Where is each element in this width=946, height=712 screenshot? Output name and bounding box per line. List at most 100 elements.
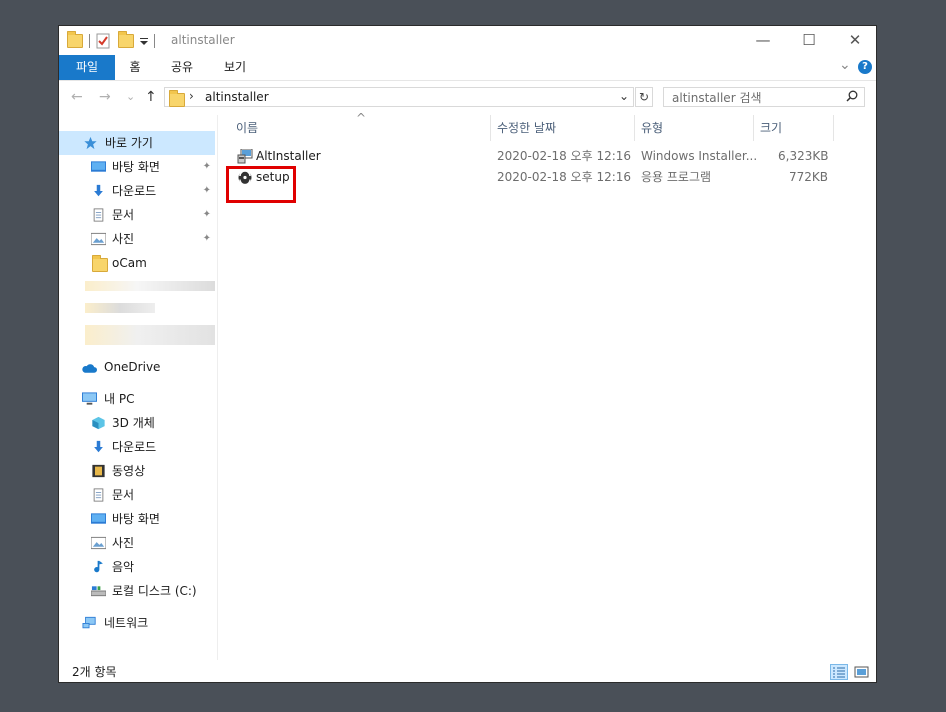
sidebar-item-onedrive[interactable]: OneDrive — [59, 355, 215, 379]
search-input[interactable] — [664, 88, 844, 108]
pin-icon[interactable]: ✦ — [203, 227, 211, 251]
pictures-icon — [91, 536, 106, 550]
pin-icon[interactable]: ✦ — [203, 155, 211, 179]
address-text[interactable]: altinstaller — [205, 90, 269, 104]
file-row-setup[interactable]: setup 2020-02-18 오후 12:16 응용 프로그램 772KB — [218, 167, 876, 188]
sidebar-item-music[interactable]: 음악 — [59, 555, 215, 579]
sidebar-item-documents[interactable]: 문서 ✦ — [59, 203, 215, 227]
highlight-box — [226, 166, 296, 203]
sidebar-item-desktop-pc[interactable]: 바탕 화면 — [59, 507, 215, 531]
search-box[interactable] — [663, 87, 865, 108]
tab-home[interactable]: 홈 — [115, 55, 155, 80]
column-header-size[interactable]: 크기 — [754, 115, 834, 141]
back-button[interactable]: ← — [71, 89, 83, 105]
download-icon — [94, 440, 103, 453]
navigation-bar: ← → ⌄ ↑ › altinstaller ⌄ ↻ — [59, 81, 876, 115]
column-header-type[interactable]: 유형 — [635, 115, 754, 141]
sidebar-item-pictures-pc[interactable]: 사진 — [59, 531, 215, 555]
details-view-icon — [833, 667, 845, 678]
column-header-name[interactable]: 이름 — [230, 115, 491, 141]
breadcrumb-chevron[interactable]: › — [189, 89, 194, 103]
sidebar-item-videos[interactable]: 동영상 — [59, 459, 215, 483]
sidebar-item-this-pc[interactable]: 내 PC — [59, 387, 215, 411]
star-icon — [84, 136, 97, 150]
file-row-altinstaller[interactable]: AltInstaller 2020-02-18 오후 12:16 Windows… — [218, 146, 876, 167]
msi-installer-icon — [237, 149, 253, 164]
folder-icon — [92, 255, 108, 272]
status-bar: 2개 항목 — [59, 660, 876, 682]
sidebar-item-downloads[interactable]: 다운로드 ✦ — [59, 179, 215, 203]
sidebar-item-label: 다운로드 — [112, 184, 157, 198]
refresh-button[interactable]: ↻ — [635, 87, 653, 107]
documents-icon — [93, 208, 104, 222]
cloud-icon — [82, 364, 97, 373]
sidebar-item-ocam[interactable]: oCam — [59, 251, 215, 275]
help-icon[interactable]: ? — [858, 60, 872, 74]
computer-icon — [82, 392, 97, 405]
sidebar-item-label: 바로 가기 — [105, 136, 153, 150]
forward-button[interactable]: → — [99, 89, 111, 105]
videos-icon — [92, 464, 105, 478]
details-view-button[interactable] — [830, 664, 848, 680]
redacted-item — [85, 303, 155, 313]
sidebar-item-pictures[interactable]: 사진 ✦ — [59, 227, 215, 251]
large-icons-view-button[interactable] — [853, 664, 871, 680]
pin-icon[interactable]: ✦ — [203, 179, 211, 203]
desktop-icon — [91, 513, 106, 524]
expand-ribbon-icon[interactable]: ⌄ — [839, 57, 851, 73]
customize-toolbar-icon[interactable] — [140, 36, 148, 46]
tab-view[interactable]: 보기 — [213, 55, 257, 80]
sidebar-item-label: 네트워크 — [104, 616, 149, 630]
download-icon — [94, 184, 103, 197]
close-button[interactable]: ✕ — [832, 26, 876, 55]
sidebar-item-label: 내 PC — [104, 392, 135, 406]
minimize-button[interactable]: — — [740, 26, 786, 55]
sidebar-item-desktop[interactable]: 바탕 화면 ✦ — [59, 155, 215, 179]
properties-icon[interactable] — [96, 33, 110, 49]
sidebar-item-label: 로컬 디스크 (C:) — [112, 584, 197, 598]
maximize-button[interactable]: ☐ — [786, 26, 832, 55]
up-button[interactable]: ↑ — [145, 89, 157, 105]
recent-locations-button[interactable]: ⌄ — [126, 90, 135, 103]
network-icon — [82, 616, 96, 629]
column-header-date[interactable]: 수정한 날짜 — [491, 115, 635, 141]
search-icon[interactable] — [846, 90, 858, 102]
file-type: 응용 프로그램 — [641, 170, 712, 184]
divider — [154, 34, 155, 48]
pin-icon[interactable]: ✦ — [203, 203, 211, 227]
sidebar-item-local-disk[interactable]: 로컬 디스크 (C:) — [59, 579, 215, 603]
sidebar-item-label: 음악 — [112, 560, 135, 574]
drive-icon — [91, 586, 106, 597]
new-folder-icon[interactable] — [118, 31, 134, 48]
file-type: Windows Installer... — [641, 149, 758, 163]
title-bar: altinstaller — ☐ ✕ — [59, 26, 876, 55]
sidebar-item-label: 바탕 화면 — [112, 160, 160, 174]
sidebar-item-3d-objects[interactable]: 3D 개체 — [59, 411, 215, 435]
sidebar-item-label: 다운로드 — [112, 440, 157, 454]
quick-access-toolbar — [67, 31, 161, 50]
sidebar-item-documents-pc[interactable]: 문서 — [59, 483, 215, 507]
sidebar-item-label: 동영상 — [112, 464, 146, 478]
divider — [89, 34, 90, 48]
navigation-pane: 바로 가기 바탕 화면 ✦ 다운로드 ✦ 문서 ✦ 사진 ✦ oCam OneD… — [59, 115, 218, 660]
sidebar-item-label: 문서 — [112, 208, 135, 222]
tab-share[interactable]: 공유 — [160, 55, 204, 80]
3d-objects-icon — [92, 416, 105, 430]
explorer-window: altinstaller — ☐ ✕ 파일 홈 공유 보기 ⌄ ? ← → ⌄ … — [58, 25, 877, 683]
maximize-icon: ☐ — [802, 31, 816, 49]
address-dropdown-icon[interactable]: ⌄ — [619, 89, 629, 103]
sidebar-item-quick-access[interactable]: 바로 가기 — [59, 131, 215, 155]
address-bar[interactable]: › altinstaller ⌄ — [164, 87, 634, 107]
folder-icon — [67, 31, 83, 48]
close-icon: ✕ — [848, 31, 862, 49]
sidebar-item-downloads-pc[interactable]: 다운로드 — [59, 435, 215, 459]
folder-icon — [169, 90, 185, 107]
sidebar-item-label: OneDrive — [104, 360, 161, 374]
large-icons-view-icon — [854, 666, 869, 678]
documents-icon — [93, 488, 104, 502]
sidebar-item-network[interactable]: 네트워크 — [59, 611, 215, 635]
sidebar-item-label: 바탕 화면 — [112, 512, 160, 526]
sidebar-item-label: 사진 — [112, 536, 135, 550]
tab-file[interactable]: 파일 — [59, 55, 115, 80]
file-name: AltInstaller — [256, 149, 321, 163]
